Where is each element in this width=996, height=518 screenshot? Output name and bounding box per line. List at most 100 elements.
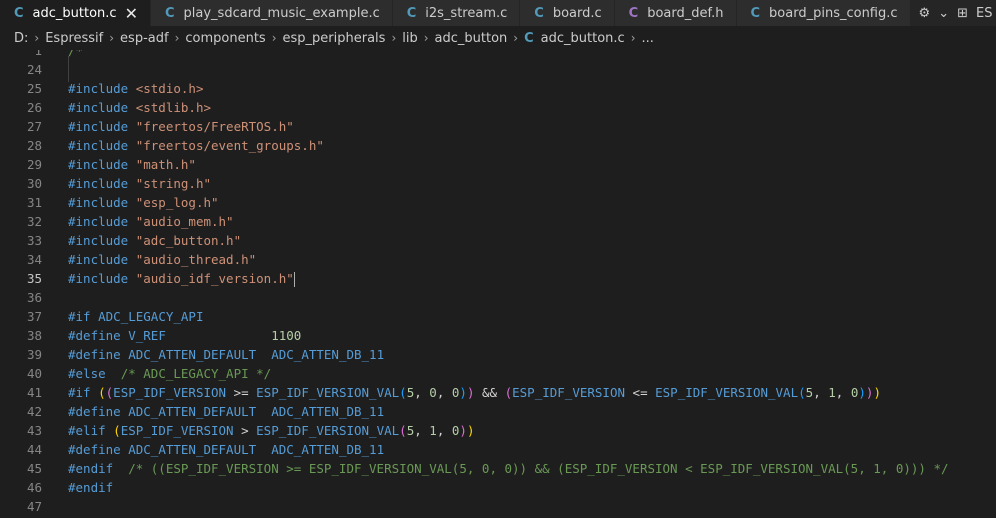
code-token: ESP_IDF_VERSION [512,385,626,400]
code-token: #endif [68,480,114,495]
code-line: 35 #include "audio_idf_version.h" [0,269,996,288]
breadcrumb-item[interactable]: lib [402,31,417,46]
tab-label: board_pins_config.c [769,5,898,21]
code-token: #if [68,309,99,324]
code-text: #include "audio_mem.h" [68,214,234,229]
text-cursor [293,271,295,287]
code-line: 29 #include "math.h" [0,155,996,174]
code-text: #endif [68,480,113,495]
code-token: ( [798,385,806,400]
code-token: ADC_ATTEN_DB_11 [271,404,385,419]
tab-label: i2s_stream.c [425,5,508,21]
code-line: 24 [0,60,996,79]
split-editor-icon[interactable]: ⊞ [957,6,968,21]
line-number: 34 [26,252,42,267]
tab-label: board_def.h [647,5,724,21]
line-number: 44 [26,442,42,457]
code-editor[interactable]: 1 /* 24 25 #include <stdio.h> 26 #include <std… [0,50,996,518]
code-token: "freertos/FreeRTOS.h" [135,119,294,134]
code-token: 1 [828,385,836,400]
chevron-right-icon: › [630,31,636,45]
code-line: 33 #include "adc_button.h" [0,231,996,250]
chevron-right-icon: › [513,31,519,45]
breadcrumb-item[interactable]: components [185,31,265,46]
code-line: 31 #include "esp_log.h" [0,193,996,212]
editor-tab[interactable]: Cboard_pins_config.c [736,0,911,26]
code-token: "audio_mem.h" [135,214,234,229]
code-line: 39 #define ADC_ATTEN_DEFAULT ADC_ATTEN_DB… [0,345,996,364]
code-token: #include [68,195,136,210]
code-text: #endif /* ((ESP_IDF_VERSION >= ESP_IDF_V… [68,461,949,476]
line-number: 26 [26,100,42,115]
code-token: , [436,385,452,400]
breadcrumb-item[interactable]: adc_button [435,31,508,46]
breadcrumb-item[interactable]: esp_peripherals [283,31,386,46]
code-token: , [436,423,452,438]
code-line: 40 #else /* ADC_LEGACY_API */ [0,364,996,383]
code-text: #define V_REF 1100 [68,328,301,343]
line-number: 40 [26,366,42,381]
chevron-right-icon: › [174,31,180,45]
code-token: ADC_ATTEN_DEFAULT [128,442,257,457]
code-token: #define [68,328,129,343]
code-token: <stdlib.h> [135,100,211,115]
code-token: ESP_IDF_VERSION_VAL [655,385,799,400]
code-text: #define ADC_ATTEN_DEFAULT ADC_ATTEN_DB_1… [68,347,384,362]
line-number: 1 [34,50,42,58]
code-text: #include "freertos/event_groups.h" [68,138,324,153]
chevron-right-icon: › [391,31,397,45]
code-line: 32 #include "audio_mem.h" [0,212,996,231]
chevron-right-icon: › [423,31,429,45]
code-token: #include [68,214,136,229]
code-text: #elif (ESP_IDF_VERSION > ESP_IDF_VERSION… [68,423,474,438]
code-text: #include <stdlib.h> [68,100,211,115]
code-line: 38 #define V_REF 1100 [0,326,996,345]
code-token: ADC_ATTEN_DEFAULT [128,404,257,419]
c-header-file-icon: C [628,5,639,21]
editor-tab[interactable]: Cadc_button.c ✕ [0,0,151,26]
breadcrumb-item[interactable]: esp-adf [120,31,169,46]
code-token: #define [68,347,129,362]
breadcrumb: D: › Espressif › esp-adf › components › esp_peri… [0,26,996,50]
code-token: ADC_LEGACY_API [98,309,204,324]
chevron-right-icon: › [109,31,115,45]
code-line: 28 #include "freertos/event_groups.h" [0,136,996,155]
line-number: 47 [26,499,42,514]
code-token: #else [68,366,106,381]
code-token: ADC_ATTEN_DEFAULT [128,347,257,362]
chevron-down-icon[interactable]: ⌄ [938,6,949,21]
code-token: ADC_ATTEN_DB_11 [271,347,385,362]
editor-tab[interactable]: Cboard_def.h [614,0,737,26]
line-number: 38 [26,328,42,343]
close-icon[interactable]: ✕ [125,4,138,23]
code-token: #endif [68,461,114,476]
line-number: 24 [26,62,42,77]
breadcrumb-tail[interactable]: ... [642,31,654,46]
code-token: /* [68,50,84,58]
c-file-icon: C [750,5,761,21]
code-line: 44 #define ADC_ATTEN_DEFAULT ADC_ATTEN_DB… [0,440,996,459]
editor-tab[interactable]: Cplay_sdcard_music_example.c [150,0,393,26]
code-token: #if [68,385,99,400]
code-token: V_REF [128,328,166,343]
line-number: 35 [26,271,42,286]
editor-tab[interactable]: Cboard.c [520,0,615,26]
code-token: <stdio.h> [135,81,204,96]
breadcrumb-item[interactable]: Espressif [45,31,103,46]
editor-tab[interactable]: Ci2s_stream.c [392,0,521,26]
code-token: <= [625,385,656,400]
code-line: 45 #endif /* ((ESP_IDF_VERSION >= ESP_IDF… [0,459,996,478]
code-token: #include [68,233,136,248]
code-token: "string.h" [135,176,211,191]
code-line: 36 [0,288,996,307]
breadcrumb-item[interactable]: D: [14,31,28,46]
run-debug-icon[interactable]: ⚙ [919,6,931,21]
code-line: 46 #endif [0,478,996,497]
c-file-icon: C [534,5,544,21]
line-number: 42 [26,404,42,419]
c-file-icon: C [524,30,534,46]
breadcrumb-file[interactable]: adc_button.c [541,31,625,46]
